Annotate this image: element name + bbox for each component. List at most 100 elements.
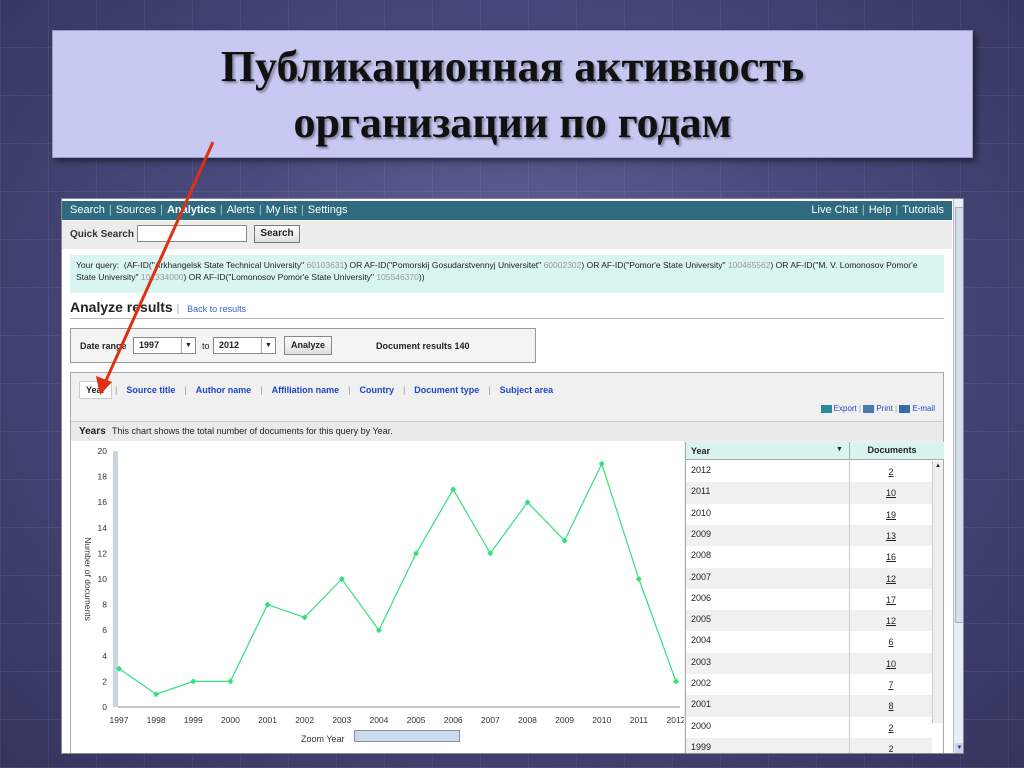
x-tick-label: 1998: [147, 715, 166, 725]
tab-year[interactable]: Year: [79, 381, 113, 399]
table-row: 2005 12: [686, 610, 932, 632]
nav-item-tutorials[interactable]: Tutorials: [902, 204, 944, 216]
date-from-value: 1997: [139, 340, 160, 350]
y-tick-label: 2: [102, 676, 107, 686]
table-row: 2011 10: [686, 482, 932, 504]
query-part-2: ) OR AF-ID("Pomorskij Gosudarstvennyj Un…: [344, 260, 542, 270]
export-links: Export | Print | E-mail: [820, 404, 935, 413]
y-tick-label: 20: [98, 446, 108, 456]
years-description: This chart shows the total number of doc…: [112, 426, 393, 436]
quick-search-label: Quick Search: [70, 229, 134, 240]
query-part-5: ) OR AF-ID("Lomonosov Pomor'e State Univ…: [183, 272, 374, 282]
quick-search-input[interactable]: [137, 225, 247, 242]
date-to-label: to: [202, 341, 210, 351]
page-scrollbar-thumb[interactable]: [955, 207, 963, 623]
nav-separator: |: [300, 204, 304, 216]
date-to-select[interactable]: 2012 ▼: [213, 337, 276, 354]
document-results-count: Document results 140: [376, 341, 470, 351]
row-documents-link[interactable]: 2: [849, 716, 932, 738]
nav-separator: |: [160, 204, 163, 216]
x-tick-label: 2001: [258, 715, 277, 725]
row-documents-link[interactable]: 19: [849, 503, 932, 525]
row-documents-link[interactable]: 7: [849, 674, 932, 696]
row-year: 2006: [691, 592, 712, 603]
zoom-year-label: Zoom Year: [301, 734, 345, 744]
query-id-1: 60103631: [306, 260, 345, 270]
nav-item-settings[interactable]: Settings: [308, 204, 348, 216]
analyze-button[interactable]: Analyze: [284, 336, 332, 355]
year-documents-table: Year ▼ Documents 2012 2 2011 10 2010 19 2009 13…: [685, 442, 944, 753]
tab-country[interactable]: Country: [353, 382, 400, 398]
row-documents-link[interactable]: 13: [849, 524, 932, 547]
x-tick-label: 2003: [332, 715, 351, 725]
x-tick-label: 2004: [369, 715, 388, 725]
date-range-label: Date range: [80, 341, 127, 351]
row-year: 2011: [691, 486, 711, 497]
slide-title-line1: Публикационная активность: [220, 42, 805, 91]
y-tick-label: 16: [98, 497, 108, 507]
nav-item-alerts[interactable]: Alerts: [227, 204, 255, 216]
row-documents-link[interactable]: 6: [849, 631, 932, 653]
row-documents-link[interactable]: 16: [849, 546, 932, 568]
row-documents-link[interactable]: 12: [849, 567, 932, 589]
back-to-results-link[interactable]: Back to results: [187, 304, 246, 314]
nav-separator: |: [895, 204, 899, 216]
nav-item-my-list[interactable]: My list: [266, 204, 297, 216]
row-documents-link[interactable]: 2: [849, 461, 932, 483]
nav-item-analytics[interactable]: Analytics: [167, 204, 216, 216]
nav-item-help[interactable]: Help: [869, 204, 892, 216]
row-year: 2009: [691, 528, 712, 539]
query-id-5: 105546370: [376, 272, 419, 282]
page-scrollbar[interactable]: ▼: [953, 199, 963, 753]
table-row: 2007 12: [686, 567, 932, 589]
tab-source-title[interactable]: Source title: [120, 382, 181, 398]
row-year: 2005: [691, 614, 712, 625]
nav-item-sources[interactable]: Sources: [116, 204, 156, 216]
email-link[interactable]: E-mail: [912, 404, 935, 413]
analysis-panel: Year | Source title | Author name | Affiliatio…: [70, 372, 944, 753]
x-tick-label: 2010: [592, 715, 611, 725]
table-row: 2006 17: [686, 588, 932, 611]
table-scrollbar[interactable]: ▲: [932, 461, 943, 723]
row-documents-link[interactable]: 10: [849, 652, 932, 674]
year-line-chart: 0 2 4 6 8 10 12 14 16 18 20 1997 1998 1999 2000 2001 200…: [83, 446, 686, 725]
row-documents-link[interactable]: 17: [849, 588, 932, 611]
x-tick-label: 1997: [110, 715, 129, 725]
quick-search-button[interactable]: Search: [254, 225, 300, 243]
nav-item-search[interactable]: Search: [70, 204, 105, 216]
top-navigation: Search | Sources | Analytics | Alerts | My list |…: [62, 201, 952, 220]
row-year: 2002: [691, 678, 712, 688]
query-part-6: )): [418, 272, 425, 282]
date-range-panel: Date range 1997 ▼ to 2012 ▼ Analyze Docu…: [70, 328, 536, 363]
analysis-tabs: Year | Source title | Author name | Affiliatio…: [79, 381, 559, 399]
divider: [70, 318, 944, 319]
row-documents-link[interactable]: 12: [849, 610, 932, 632]
scroll-up-icon[interactable]: ▲: [933, 461, 943, 471]
chevron-down-icon: ▼: [261, 338, 275, 353]
row-documents-link[interactable]: 2: [849, 737, 932, 753]
tab-affiliation-name[interactable]: Affiliation name: [266, 382, 346, 398]
export-link[interactable]: Export: [834, 404, 857, 413]
row-year: 2010: [691, 507, 712, 518]
row-documents-link[interactable]: 8: [849, 695, 932, 717]
row-year: 2004: [691, 635, 712, 646]
zoom-year-slider[interactable]: [354, 730, 460, 742]
documents-column-header[interactable]: Documents: [849, 442, 934, 460]
tab-author-name[interactable]: Author name: [190, 382, 258, 398]
row-documents-link[interactable]: 10: [849, 482, 932, 504]
year-column-header[interactable]: Year: [691, 446, 710, 456]
date-from-select[interactable]: 1997 ▼: [133, 337, 196, 354]
print-link[interactable]: Print: [876, 404, 892, 413]
export-icon: [820, 404, 832, 413]
chevron-down-icon[interactable]: ▼: [836, 446, 843, 453]
nav-item-live-chat[interactable]: Live Chat: [811, 204, 857, 216]
x-tick-label: 2012: [667, 715, 684, 725]
y-tick-label: 14: [98, 523, 108, 533]
table-row: 2000 2: [686, 716, 932, 738]
scroll-down-icon[interactable]: ▼: [955, 743, 963, 753]
data-point: [413, 550, 420, 557]
x-tick-label: 2007: [481, 715, 500, 725]
tab-document-type[interactable]: Document type: [408, 382, 485, 398]
tab-subject-area[interactable]: Subject area: [494, 382, 560, 398]
chevron-down-icon: ▼: [181, 338, 195, 353]
